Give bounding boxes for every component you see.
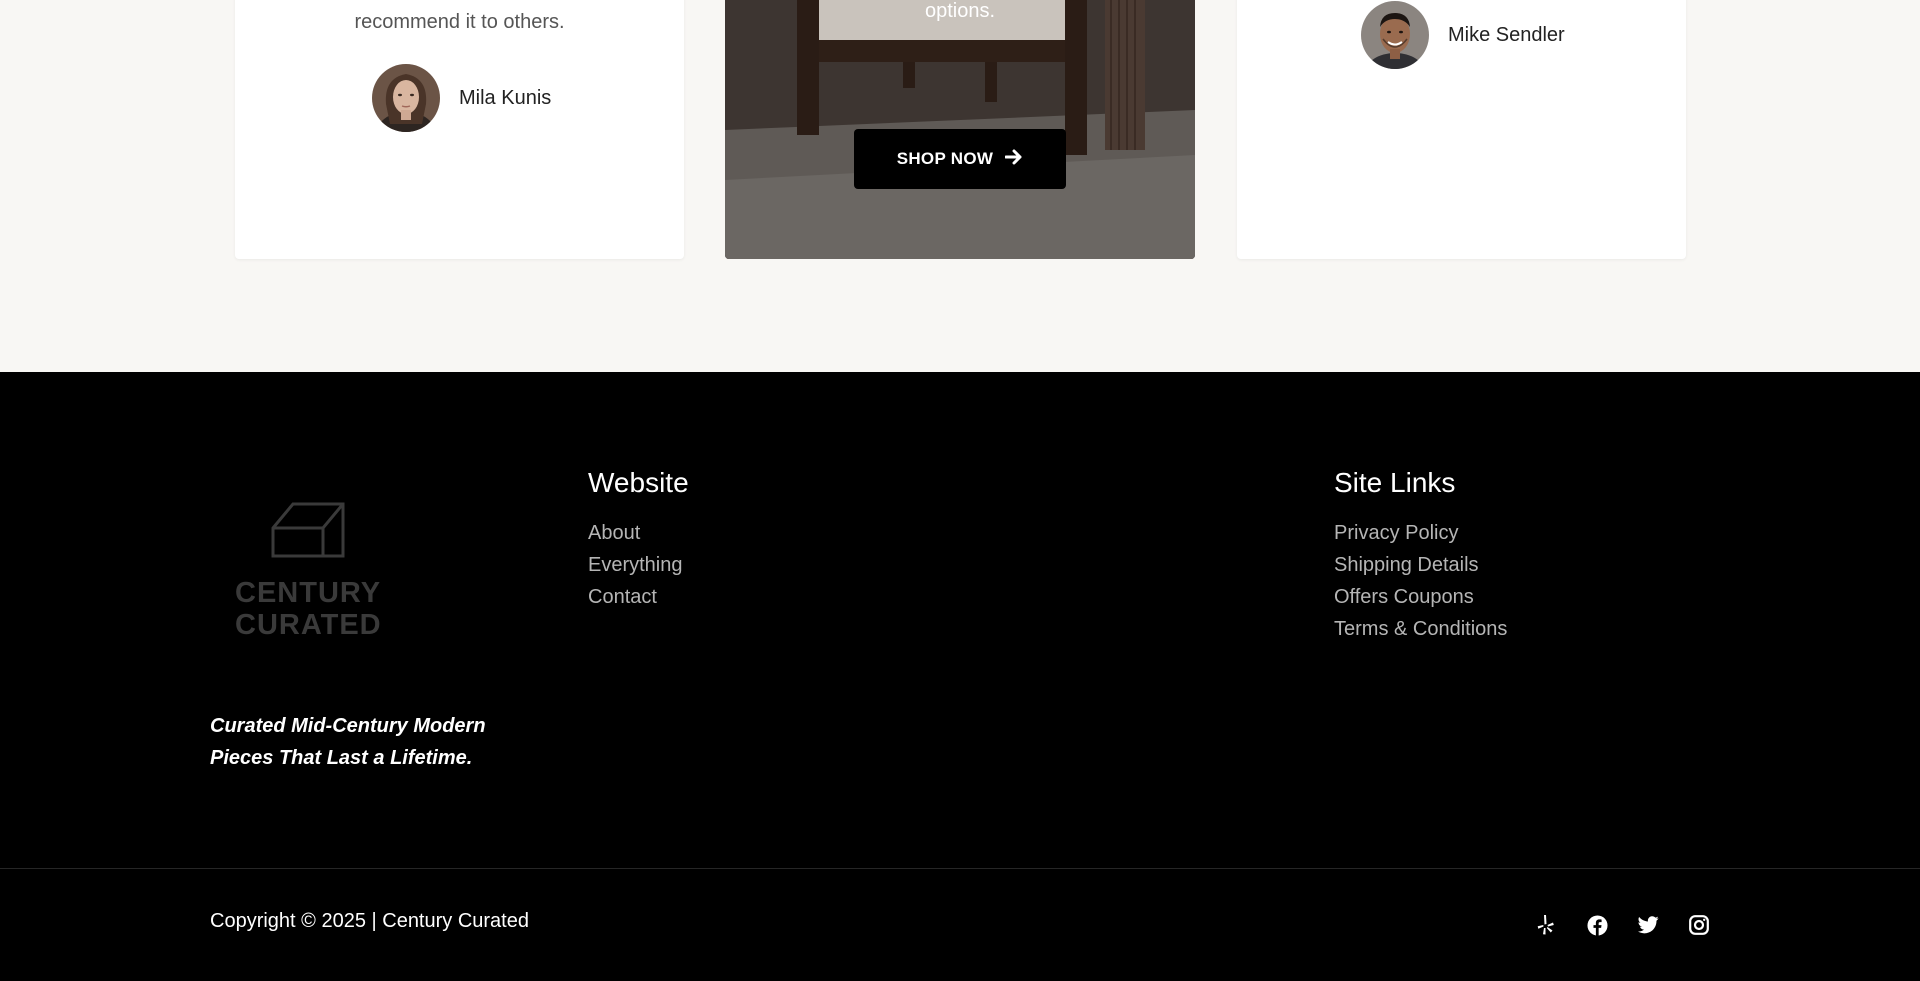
promo-text: options.: [924, 0, 996, 22]
footer-site-links-column: Site Links Privacy Policy Shipping Detai…: [1334, 467, 1507, 645]
yelp-icon[interactable]: [1535, 914, 1557, 936]
copyright-text: Copyright © 2025 | Century Curated: [210, 910, 529, 932]
footer-link-shipping-details[interactable]: Shipping Details: [1334, 549, 1507, 581]
testimonials-section: recommend it to others. Mila Kunis optio…: [0, 0, 1920, 372]
shop-now-button[interactable]: SHOP NOW: [854, 129, 1066, 189]
site-footer: CENTURY CURATED Curated Mid-Century Mode…: [0, 372, 1920, 981]
footer-link-about[interactable]: About: [588, 517, 689, 549]
arrow-right-icon: [1004, 148, 1023, 171]
testimonial-quote: recommend it to others.: [354, 11, 565, 33]
instagram-icon[interactable]: [1688, 914, 1710, 936]
twitter-icon[interactable]: [1637, 914, 1659, 936]
footer-link-offers-coupons[interactable]: Offers Coupons: [1334, 581, 1507, 613]
facebook-icon[interactable]: [1586, 914, 1608, 936]
footer-link-privacy-policy[interactable]: Privacy Policy: [1334, 517, 1507, 549]
avatar: [1361, 1, 1429, 69]
testimonial-author: Mila Kunis: [372, 64, 551, 132]
footer-website-column: Website About Everything Contact: [588, 467, 689, 613]
logo-box-icon: [271, 502, 345, 558]
testimonial-author-name: Mila Kunis: [459, 86, 552, 109]
testimonial-card-left: recommend it to others. Mila Kunis: [235, 0, 684, 259]
logo-line2: CURATED: [235, 609, 382, 641]
footer-link-contact[interactable]: Contact: [588, 581, 689, 613]
footer-website-title: Website: [588, 467, 689, 498]
footer-tagline: Curated Mid-Century Modern Pieces That L…: [210, 715, 486, 769]
avatar: [372, 64, 440, 132]
footer-site-links-title: Site Links: [1334, 467, 1456, 498]
testimonial-author-name: Mike Sendler: [1448, 23, 1565, 46]
logo-wordmark: CENTURY CURATED: [235, 577, 385, 641]
site-logo[interactable]: CENTURY CURATED: [235, 500, 385, 641]
footer-link-everything[interactable]: Everything: [588, 549, 689, 581]
footer-divider: [0, 868, 1920, 869]
footer-link-terms[interactable]: Terms & Conditions: [1334, 613, 1507, 645]
social-links: [1535, 914, 1710, 936]
logo-line1: CENTURY: [235, 577, 382, 609]
promo-card: options. SHOP NOW: [725, 0, 1195, 259]
shop-now-label: SHOP NOW: [896, 149, 994, 168]
testimonial-card-right: Mike Sendler: [1237, 0, 1686, 259]
testimonial-author: Mike Sendler: [1361, 1, 1565, 69]
